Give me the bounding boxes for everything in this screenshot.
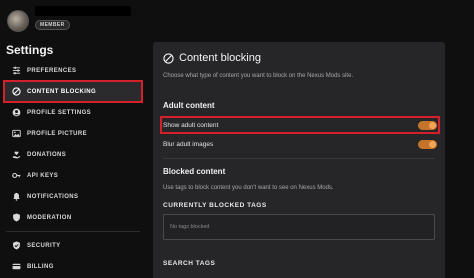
- blocked-tags-box: No tags blocked: [163, 214, 435, 240]
- sidebar-item-label: NOTIFICATIONS: [27, 193, 79, 200]
- sidebar-item-preferences[interactable]: PREFERENCES: [0, 60, 146, 81]
- adult-content-heading: Adult content: [163, 101, 215, 110]
- content-blocking-panel: Content blocking Choose what type of con…: [153, 42, 445, 278]
- block-icon: [11, 87, 21, 97]
- profile-header: MEMBER: [7, 6, 131, 34]
- sidebar-item-security[interactable]: SECURITY: [0, 235, 146, 256]
- sliders-icon: [11, 66, 21, 76]
- blur-adult-images-label: Blur adult images: [163, 140, 214, 148]
- sidebar-item-moderation[interactable]: MODERATION: [0, 207, 146, 228]
- shield-check-icon: [11, 241, 21, 251]
- avatar[interactable]: [7, 10, 29, 32]
- sidebar-item-label: DONATIONS: [27, 151, 67, 158]
- sidebar-item-label: API KEYS: [27, 172, 59, 179]
- blocked-content-subtitle: Use tags to block content you don't want…: [163, 185, 334, 191]
- show-adult-content-label: Show adult content: [163, 121, 219, 129]
- shield-icon: [11, 213, 21, 223]
- sidebar-item-label: PROFILE SETTINGS: [27, 109, 92, 116]
- nav-divider: [6, 231, 140, 232]
- card-icon: [11, 262, 21, 272]
- sidebar-item-profile-settings[interactable]: PROFILE SETTINGS: [0, 102, 146, 123]
- donation-icon: [11, 150, 21, 160]
- blur-adult-images-row: Blur adult images: [163, 138, 437, 150]
- panel-title: Content blocking: [163, 52, 261, 64]
- sidebar-item-label: PREFERENCES: [27, 67, 77, 74]
- blocked-content-heading: Blocked content: [163, 167, 226, 176]
- block-icon: [163, 52, 174, 64]
- sidebar-item-label: BILLING: [27, 263, 54, 270]
- empty-tags-text: No tags blocked: [170, 224, 210, 230]
- member-badge: MEMBER: [35, 20, 70, 30]
- show-adult-content-toggle[interactable]: [418, 120, 437, 130]
- sidebar: MEMBER Settings PREFERENCES CONTENT BLOC…: [0, 0, 146, 278]
- sidebar-item-label: MODERATION: [27, 214, 72, 221]
- picture-icon: [11, 129, 21, 139]
- key-icon: [11, 171, 21, 181]
- search-tags-label: SEARCH TAGS: [163, 260, 216, 267]
- show-adult-content-row: Show adult content: [160, 116, 440, 134]
- settings-nav: PREFERENCES CONTENT BLOCKING PROFILE SET…: [0, 60, 146, 277]
- section-divider: [163, 158, 435, 159]
- blur-adult-images-toggle[interactable]: [418, 139, 437, 149]
- sidebar-item-donations[interactable]: DONATIONS: [0, 144, 146, 165]
- panel-subtitle: Choose what type of content you want to …: [163, 73, 354, 79]
- sidebar-item-billing[interactable]: BILLING: [0, 256, 146, 277]
- username-redacted: [35, 6, 131, 16]
- user-icon: [11, 108, 21, 118]
- sidebar-item-profile-picture[interactable]: PROFILE PICTURE: [0, 123, 146, 144]
- bell-icon: [11, 192, 21, 202]
- panel-title-text: Content blocking: [179, 52, 261, 64]
- sidebar-item-label: PROFILE PICTURE: [27, 130, 88, 137]
- currently-blocked-tags-label: CURRENTLY BLOCKED TAGS: [163, 202, 267, 209]
- page-title: Settings: [6, 43, 54, 57]
- sidebar-item-content-blocking[interactable]: CONTENT BLOCKING: [3, 80, 143, 103]
- sidebar-item-label: SECURITY: [27, 242, 61, 249]
- sidebar-item-label: CONTENT BLOCKING: [27, 88, 97, 95]
- sidebar-item-api-keys[interactable]: API KEYS: [0, 165, 146, 186]
- sidebar-item-notifications[interactable]: NOTIFICATIONS: [0, 186, 146, 207]
